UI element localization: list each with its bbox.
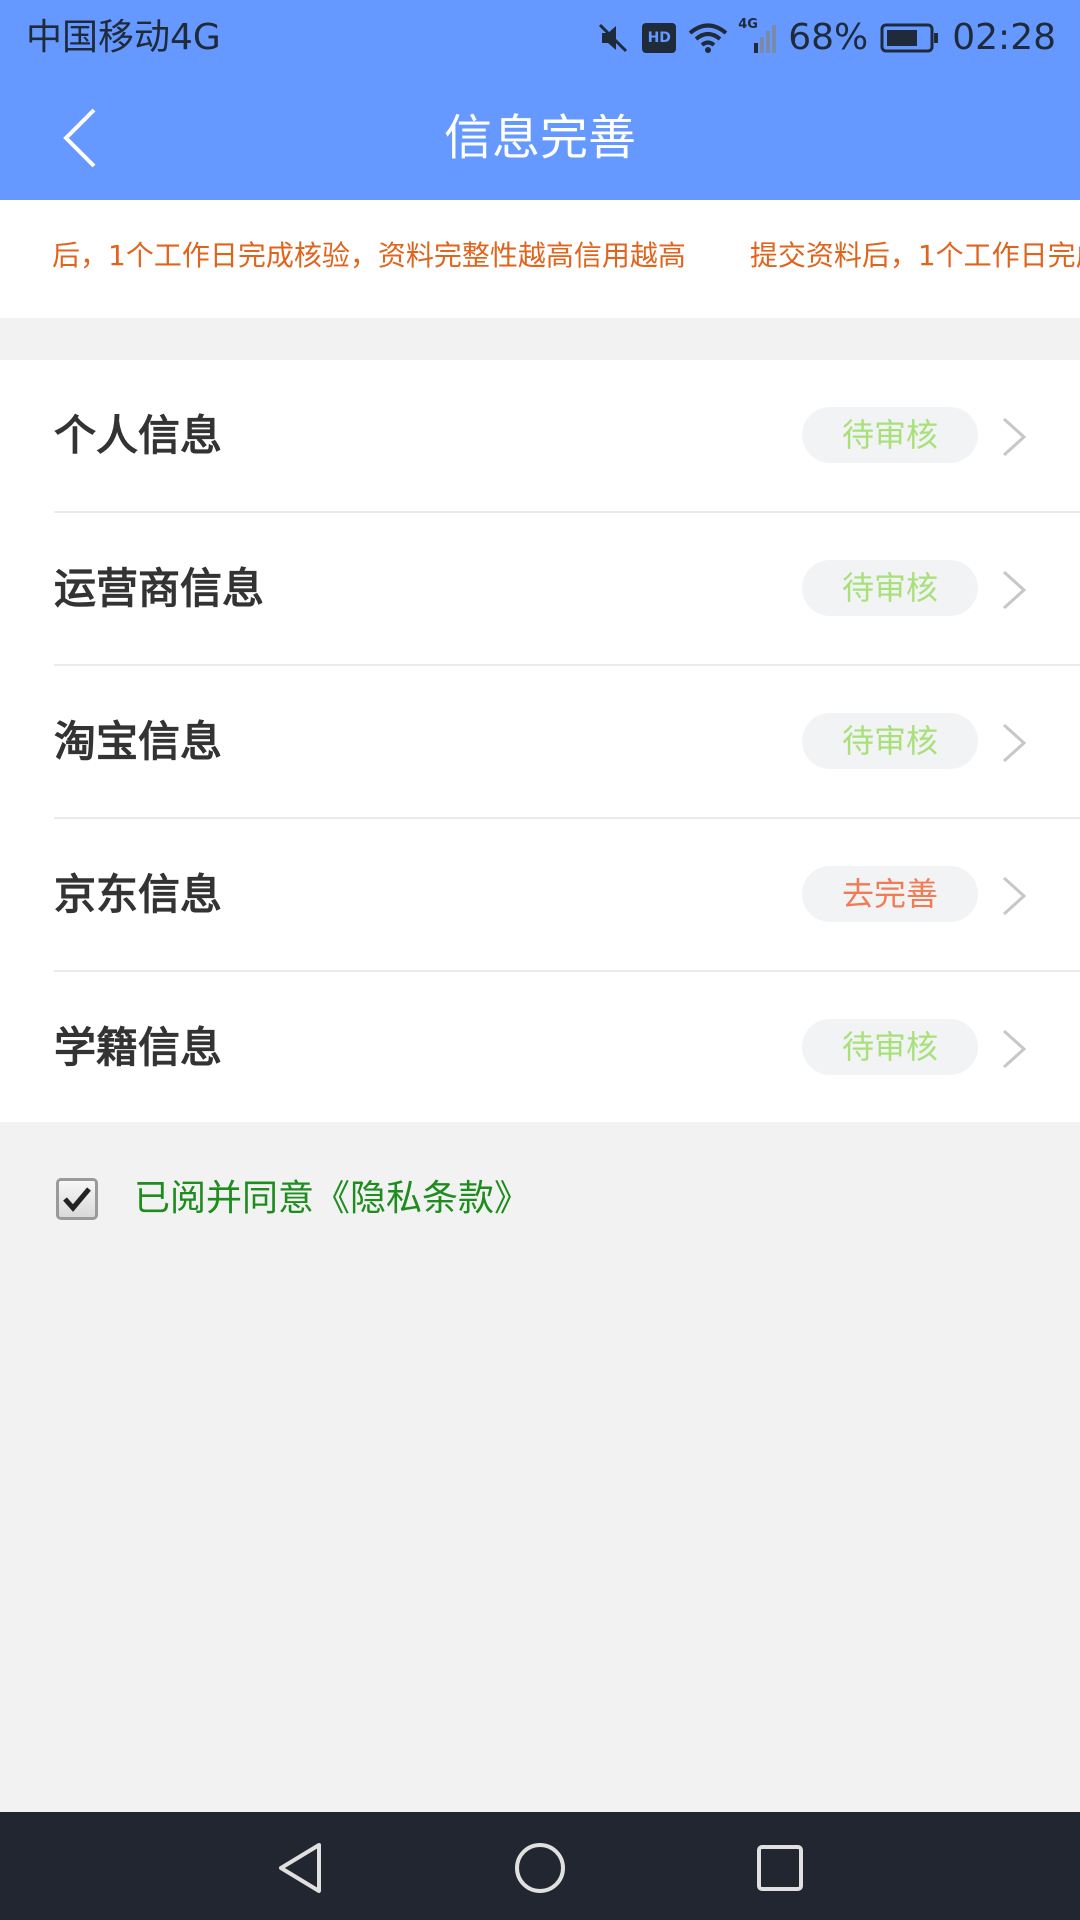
notice-text-1: 后，1个工作日完成核验，资料完整性越高信用越高 [52, 239, 686, 272]
nav-recents-button[interactable] [750, 1838, 810, 1898]
list-item-label: 个人信息 [54, 411, 223, 460]
recents-square-icon [757, 1845, 803, 1891]
list-item-label: 运营商信息 [54, 564, 265, 613]
notice-track: 后，1个工作日完成核验，资料完整性越高信用越高 提交资料后，1个工作日完成核验，资… [52, 236, 1080, 276]
page-title: 信息完善 [443, 110, 636, 166]
top-block: 中国移动4G HD 4G 68% 02:28 信息完善 [0, 0, 1080, 200]
status-badge: 去完善 [802, 866, 978, 922]
carrier-label: 中国移动4G [26, 17, 221, 58]
mute-icon [596, 21, 630, 55]
wifi-icon [688, 22, 728, 54]
chevron-right-icon [1002, 1029, 1027, 1069]
screen: 中国移动4G HD 4G 68% 02:28 信息完善 后，1个工作日完成核验，… [0, 0, 1080, 1920]
back-triangle-icon [279, 1843, 321, 1893]
clock: 02:28 [952, 17, 1056, 58]
list-item-label: 淘宝信息 [54, 717, 223, 766]
notice-marquee: 后，1个工作日完成核验，资料完整性越高信用越高 提交资料后，1个工作日完成核验，资… [0, 200, 1080, 318]
hd-label: HD [647, 30, 671, 46]
list-item-jd-info[interactable]: 京东信息 去完善 [54, 819, 1080, 972]
status-badge: 待审核 [802, 407, 978, 463]
status-badge: 待审核 [802, 1019, 978, 1075]
battery-percent: 68% [788, 17, 869, 58]
status-badge: 待审核 [802, 560, 978, 616]
hd-icon: HD [642, 23, 677, 53]
notice-text-2: 提交资料后，1个工作日完成核验，资料完整性越高信用越高 [749, 239, 1080, 272]
battery-icon [880, 23, 940, 53]
chevron-right-icon [1002, 417, 1027, 457]
list-item-taobao-info[interactable]: 淘宝信息 待审核 [54, 666, 1080, 819]
chevron-right-icon [1002, 723, 1027, 763]
checkmark-icon [63, 1187, 91, 1212]
chevron-right-icon [1002, 570, 1027, 610]
info-list: 个人信息 待审核 运营商信息 待审核 淘宝信息 待审核 京东信息 去完善 学籍信… [0, 360, 1080, 1122]
chevron-right-icon [1002, 876, 1027, 916]
signal-4g-icon: 4G [738, 17, 777, 55]
agreement: 已阅并同意《隐私条款》 [56, 1175, 530, 1223]
nav-back-button[interactable] [270, 1838, 330, 1898]
status-badge: 待审核 [802, 713, 978, 769]
privacy-terms-link[interactable]: 已阅并同意《隐私条款》 [134, 1175, 530, 1223]
list-item-carrier-info[interactable]: 运营商信息 待审核 [54, 513, 1080, 666]
home-circle-icon [515, 1843, 565, 1893]
status-icons: HD 4G 68% 02:28 [584, 14, 1056, 62]
status-bar: 中国移动4G HD 4G 68% 02:28 [0, 0, 1080, 76]
list-item-personal-info[interactable]: 个人信息 待审核 [54, 360, 1080, 513]
app-bar: 信息完善 [0, 76, 1080, 200]
nav-home-button[interactable] [510, 1838, 570, 1898]
system-nav-bar [0, 1812, 1080, 1920]
agreement-checkbox[interactable] [56, 1178, 98, 1220]
list-item-student-info[interactable]: 学籍信息 待审核 [54, 972, 1080, 1125]
list-item-label: 学籍信息 [54, 1023, 223, 1072]
network-label: 4G [738, 17, 758, 32]
list-item-label: 京东信息 [54, 870, 223, 919]
